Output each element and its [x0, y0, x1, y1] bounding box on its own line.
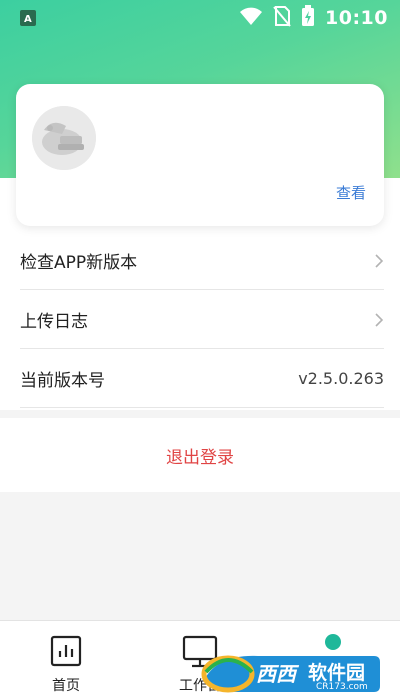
tab-home[interactable]: 首页 [16, 621, 116, 700]
app-icon: A [20, 10, 36, 26]
watermark-domain: CR173.com [316, 682, 368, 692]
chevron-right-icon [375, 253, 384, 268]
status-time: 10:10 [325, 7, 388, 29]
logout-label: 退出登录 [166, 447, 234, 468]
logout-button[interactable]: 退出登录 [0, 418, 400, 492]
watermark-brand2: 软件园 [308, 662, 366, 684]
status-bar: A 10:10 [0, 0, 400, 36]
wifi-icon [239, 6, 263, 30]
watermark-logo: 西西 软件园 CR173.com [198, 650, 382, 696]
chevron-right-icon [375, 312, 384, 327]
row-label: 检查APP新版本 [20, 253, 138, 273]
status-icons: 10:10 [239, 5, 388, 31]
row-label: 上传日志 [20, 312, 88, 332]
no-sim-icon [273, 5, 291, 31]
watermark-brand: 西西 [256, 662, 296, 686]
battery-charging-icon [301, 5, 315, 31]
avatar[interactable] [32, 106, 96, 170]
upload-log-row[interactable]: 上传日志 [20, 291, 384, 349]
tab-label: 首页 [52, 678, 80, 694]
bar-chart-icon [50, 635, 82, 667]
app-version-row: 当前版本号 v2.5.0.263 [20, 350, 384, 408]
row-label: 当前版本号 [20, 371, 105, 391]
screen: A 10:10 查看 检查APP新版本 上传日志 当前版本号 v2.5.0.26… [0, 0, 400, 700]
check-update-row[interactable]: 检查APP新版本 [20, 232, 384, 290]
view-profile-link[interactable]: 查看 [336, 182, 366, 203]
profile-card[interactable]: 查看 [16, 84, 384, 226]
app-version-value: v2.5.0.263 [298, 369, 384, 388]
svg-text:A: A [24, 14, 32, 24]
